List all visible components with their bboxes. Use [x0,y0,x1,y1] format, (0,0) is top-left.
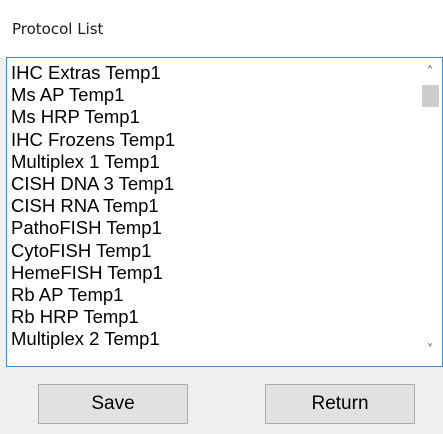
protocol-items: IHC Extras Temp1 Ms AP Temp1 Ms HRP Temp1 I… [11,62,416,350]
protocol-list-item[interactable]: PathoFISH Temp1 [11,217,416,239]
protocol-list-item[interactable]: Multiplex 2 Temp1 [11,328,416,350]
protocol-list-item[interactable]: IHC Extras Temp1 [11,62,416,84]
protocol-list-item[interactable]: CISH DNA 3 Temp1 [11,173,416,195]
save-button[interactable]: Save [38,384,188,424]
protocol-list-item[interactable]: CytoFISH Temp1 [11,240,416,262]
title-bar: Protocol List [0,0,443,58]
scrollbar-thumb[interactable] [422,85,439,107]
return-button[interactable]: Return [265,384,415,424]
protocol-list-dialog: Protocol List IHC Extras Temp1 Ms AP Temp… [0,0,443,434]
protocol-listbox[interactable]: IHC Extras Temp1 Ms AP Temp1 Ms HRP Temp1 I… [6,57,443,367]
protocol-list-item[interactable]: Ms AP Temp1 [11,84,416,106]
protocol-list-item[interactable]: Rb AP Temp1 [11,284,416,306]
protocol-list-item[interactable]: Ms HRP Temp1 [11,106,416,128]
chevron-up-icon[interactable]: ˄ [418,58,442,84]
protocol-list-item[interactable]: HemeFISH Temp1 [11,262,416,284]
window-title: Protocol List [12,20,104,38]
protocol-list-item[interactable]: Rb HRP Temp1 [11,306,416,328]
protocol-list-item[interactable]: IHC Frozens Temp1 [11,129,416,151]
protocol-list-item[interactable]: Multiplex 1 Temp1 [11,151,416,173]
chevron-down-icon[interactable]: ˅ [418,340,442,366]
vertical-scrollbar[interactable]: ˄ ˅ [418,58,442,366]
protocol-list-item[interactable]: CISH RNA Temp1 [11,195,416,217]
